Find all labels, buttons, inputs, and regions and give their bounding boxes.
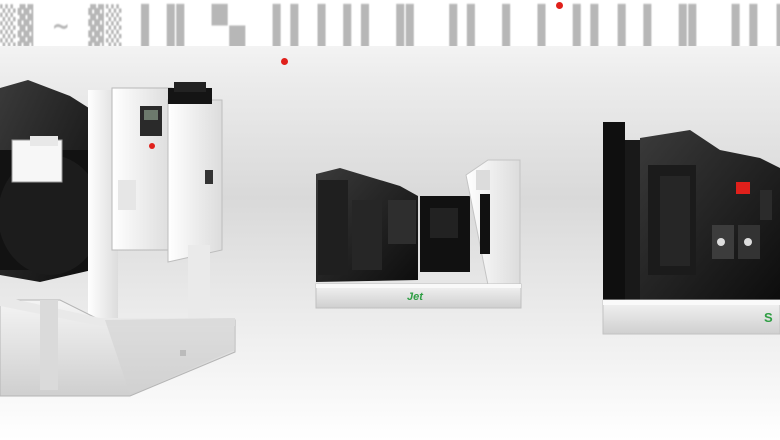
generators-illustration: Jet S — [0, 80, 780, 397]
hero-banner: ▒▓ ~ ▓▒ ▌▐▌ ▀▄ ▐▐ ▌▐▐ ▐▌ ▐▐ ▐ ▐ ▐▐ ▌▐ ▐▌… — [0, 0, 780, 440]
generator-large-open — [0, 80, 236, 397]
generator-medium-open: S — [602, 122, 780, 335]
brand-label-s: S — [764, 310, 773, 325]
generator-small-open: Jet — [315, 159, 522, 309]
brand-label-jet: Jet — [407, 291, 424, 303]
